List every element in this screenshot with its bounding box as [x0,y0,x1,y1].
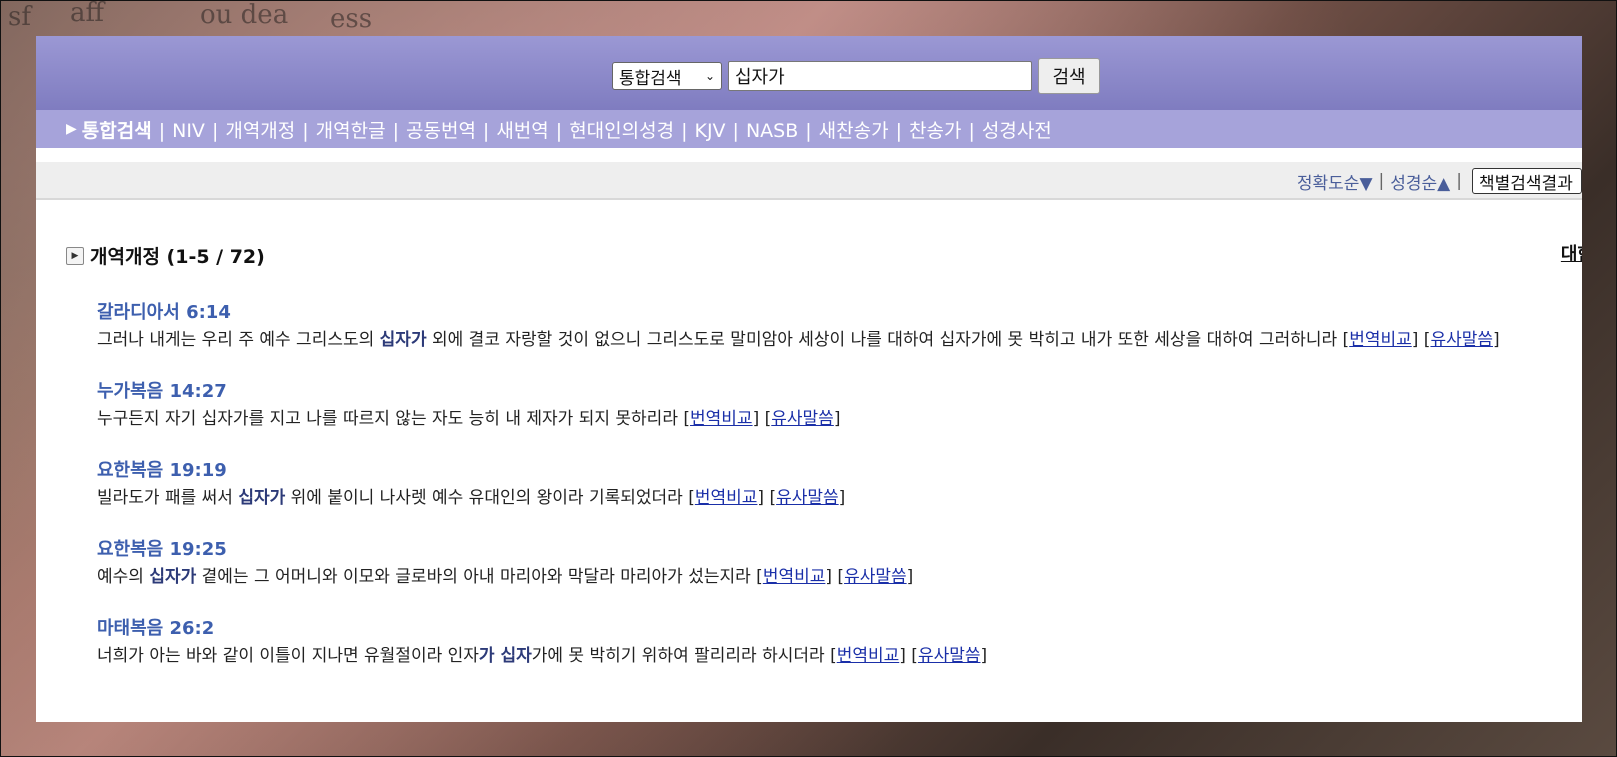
nav-separator: | [555,119,563,142]
nav-item[interactable]: NIV [172,120,205,142]
triangle-right-icon: ▶ [66,121,77,137]
nav-separator: | [392,119,399,142]
chevron-down-icon: ⌄ [704,69,715,83]
verse-text-part: 너희가 아는 바와 같이 이틀이 지나면 유월절이라 인자 [97,646,479,666]
similar-verse-link[interactable]: 유사말씀 [1430,330,1493,350]
nav-separator: | [968,119,975,142]
section-header: ▶ 개역개정 (1-5 / 72) [66,242,265,269]
compare-translation-link[interactable]: 번역비교 [1349,330,1412,350]
compare-translation-link[interactable]: 번역비교 [690,409,753,429]
browser-page: 통합검색 ⌄ 검색 ▶ 통합검색 | NIV | 개역개정 | 개역한글 | 공동번역 | 새번역 |… [36,36,1582,722]
nav-separator: | [158,119,166,142]
sort-accuracy-link[interactable]: 정확도순▼ [1297,169,1373,194]
nav-item[interactable]: 새찬송가 [819,120,889,142]
sort-bible-order-link[interactable]: 성경순▲ [1390,169,1450,194]
verse-text-part: 누구든지 자기 십자가를 지고 나를 따르지 않는 자도 능히 내 제자가 되지… [97,409,684,429]
version-nav-items: 통합검색 | NIV | 개역개정 | 개역한글 | 공동번역 | 새번역 | 현대인의성경 | KJV | N… [82,116,1052,143]
result-item: 누가복음 14:27 누구든지 자기 십자가를 지고 나를 따르지 않는 자도 능… [97,377,1577,430]
results-list: 갈라디아서 6:14 그러나 내게는 우리 주 예수 그리스도의 십자가 외에 결… [97,298,1577,693]
similar-verse-link[interactable]: 유사말씀 [844,567,907,587]
verse-text-part: 빌라도가 패를 써서 [97,488,239,508]
nav-separator: | [805,119,812,142]
nav-separator: | [482,119,490,142]
search-input[interactable] [728,61,1032,91]
result-item: 갈라디아서 6:14 그러나 내게는 우리 주 예수 그리스도의 십자가 외에 결… [97,298,1577,351]
nav-separator: | [681,119,688,142]
similar-verse-link[interactable]: 유사말씀 [776,488,839,508]
search-header: 통합검색 ⌄ 검색 [36,36,1582,110]
compare-translation-link[interactable]: 번역비교 [695,488,758,508]
sort-bar: 정확도순▼ | 성경순▲ | 책별검색결과 [36,162,1582,200]
verse-reference-link[interactable]: 갈라디아서 6:14 [97,298,1577,324]
verse-text: 그러나 내게는 우리 주 예수 그리스도의 십자가 외에 결코 자랑할 것이 없… [97,330,1500,350]
nav-item[interactable]: 새번역 [496,120,548,142]
result-item: 요한복음 19:19 빌라도가 패를 써서 십자가 위에 붙이니 나사렛 예수 유… [97,456,1577,509]
sort-separator: | [1378,171,1385,191]
nav-item[interactable]: NASB [746,120,798,142]
result-item: 요한복음 19:25 예수의 십자가 곁에는 그 어머니와 이모와 글로바의 아내… [97,535,1577,588]
verse-text: 빌라도가 패를 써서 십자가 위에 붙이니 나사렛 예수 유대인의 왕이라 기록… [97,488,846,508]
nav-item[interactable]: 공동번역 [406,120,476,142]
verse-text: 너희가 아는 바와 같이 이틀이 지나면 유월절이라 인자가 십자가에 못 박히… [97,646,988,666]
verse-reference-link[interactable]: 요한복음 19:25 [97,535,1577,561]
section-title: 개역개정 (1-5 / 72) [90,246,265,268]
verse-text-part: 예수의 [97,567,150,587]
search-button[interactable]: 검색 [1038,58,1100,94]
verse-text-part: 외에 결코 자랑할 것이 없으니 그리스도로 말미암아 세상이 나를 대하여 십… [426,330,1343,350]
nav-separator: | [895,119,902,142]
nav-item[interactable]: 개역한글 [316,120,386,142]
verse-reference-link[interactable]: 요한복음 19:19 [97,456,1577,482]
version-nav: ▶ 통합검색 | NIV | 개역개정 | 개역한글 | 공동번역 | 새번역 | 현대인의성경 | KJV… [36,110,1582,148]
nav-item[interactable]: 통합검색 [82,120,152,142]
background-book-text: sf aff ou dea ess [8,0,373,34]
search-type-select[interactable]: 통합검색 ⌄ [612,62,722,90]
verse-text-part: 위에 붙이니 나사렛 예수 유대인의 왕이라 기록되었더라 [285,488,689,508]
verse-text-part: 가에 못 박히기 위하여 팔리리라 하시더라 [531,646,831,666]
result-item: 마태복음 26:2 너희가 아는 바와 같이 이틀이 지나면 유월절이라 인자가 … [97,614,1577,667]
nav-item[interactable]: 찬송가 [909,120,961,142]
verse-text-part: 그러나 내게는 우리 주 예수 그리스도의 [97,330,380,350]
keyword-highlight: 십자가 [149,567,197,587]
verse-text-part: 곁에는 그 어머니와 이모와 글로바의 아내 마리아와 막달라 마리아가 섰는지… [196,567,757,587]
nav-separator: | [211,119,219,142]
keyword-highlight: 십자가 [238,488,286,508]
nav-separator: | [732,119,739,142]
sort-separator: | [1456,171,1462,191]
search-bar: 통합검색 ⌄ 검색 [612,58,1100,94]
similar-verse-link[interactable]: 유사말씀 [771,409,834,429]
similar-verse-link[interactable]: 유사말씀 [918,646,981,666]
nav-item[interactable]: 개역개정 [225,120,295,142]
compare-translation-link[interactable]: 번역비교 [763,567,826,587]
expand-arrow-icon[interactable]: ▶ [66,246,84,265]
verse-reference-link[interactable]: 누가복음 14:27 [97,377,1577,403]
verse-text: 누구든지 자기 십자가를 지고 나를 따르지 않는 자도 능히 내 제자가 되지… [97,409,841,429]
nav-separator: | [302,119,309,142]
keyword-highlight: 가 십자 [478,646,532,666]
search-type-value: 통합검색 [619,68,682,89]
verse-text: 예수의 십자가 곁에는 그 어머니와 이모와 글로바의 아내 마리아와 막달라 … [97,567,914,587]
nav-item[interactable]: KJV [694,120,725,142]
keyword-highlight: 십자가 [379,330,427,350]
section-right-link[interactable]: 대한 [1561,240,1582,266]
verse-reference-link[interactable]: 마태복음 26:2 [97,614,1577,640]
nav-item[interactable]: 성경사전 [982,120,1052,142]
book-result-select[interactable]: 책별검색결과 [1472,168,1582,194]
compare-translation-link[interactable]: 번역비교 [837,646,900,666]
nav-item[interactable]: 현대인의성경 [569,120,674,142]
